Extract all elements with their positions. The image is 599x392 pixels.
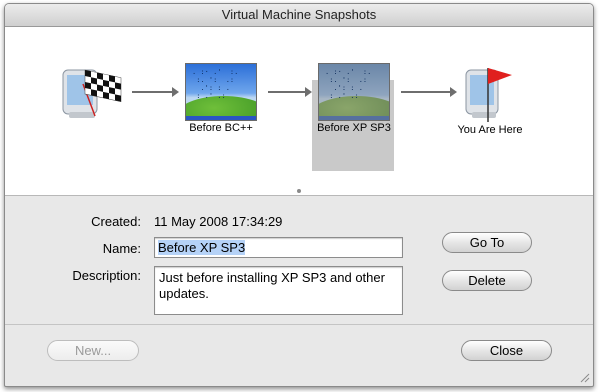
snapshot-label: Before XP SP3: [317, 122, 391, 134]
snapshot-node-before-bc[interactable]: . :· .' :. :. ': .: .': : . : .' .: Befo…: [183, 62, 265, 142]
delete-button[interactable]: Delete: [442, 270, 532, 291]
created-label: Created:: [91, 214, 141, 229]
description-label: Description:: [72, 268, 141, 283]
name-label: Name:: [102, 241, 141, 256]
tree-arrow: [268, 87, 312, 97]
snapshot-node-before-xp-sp3[interactable]: . :· .' :. :. ': .: .': : . : .' .: Befo…: [316, 62, 398, 142]
window-title: Virtual Machine Snapshots: [5, 4, 593, 27]
snapshot-tree-canvas: . :· .' :. :. ': .: .': : . : .' .: Befo…: [5, 27, 593, 196]
name-field[interactable]: Before XP SP3: [154, 237, 403, 258]
description-field[interactable]: Just before installing XP SP3 and other …: [154, 266, 403, 315]
splitter-handle[interactable]: [297, 189, 301, 193]
snapshot-label: Before BC++: [189, 122, 253, 134]
snapshot-node-you-are-here[interactable]: You Are Here: [457, 64, 530, 142]
close-button[interactable]: Close: [461, 340, 552, 361]
new-button[interactable]: New...: [47, 340, 139, 361]
you-are-here-flag-icon: [465, 68, 512, 122]
resize-grip-icon[interactable]: [578, 371, 590, 383]
checkered-flag-monitor-icon: [62, 69, 122, 118]
windows-xp-thumbnail-icon: . :· .' :. :. ': .: .': : . : .' .:: [185, 63, 257, 121]
snapshot-label: You Are Here: [457, 124, 523, 136]
divider: [5, 324, 593, 325]
go-to-button[interactable]: Go To: [442, 232, 532, 253]
created-value: 11 May 2008 17:34:29: [154, 214, 283, 229]
tree-arrow: [132, 87, 179, 97]
snapshot-node-start[interactable]: [55, 64, 125, 124]
name-field-value: Before XP SP3: [158, 240, 246, 255]
snapshots-window: Virtual Machine Snapshots .:· .':.:. …: [4, 3, 594, 387]
windows-xp-thumbnail-icon: . :· .' :. :. ': .: .': : . : .' .:: [318, 63, 390, 121]
tree-arrow: [401, 87, 457, 97]
